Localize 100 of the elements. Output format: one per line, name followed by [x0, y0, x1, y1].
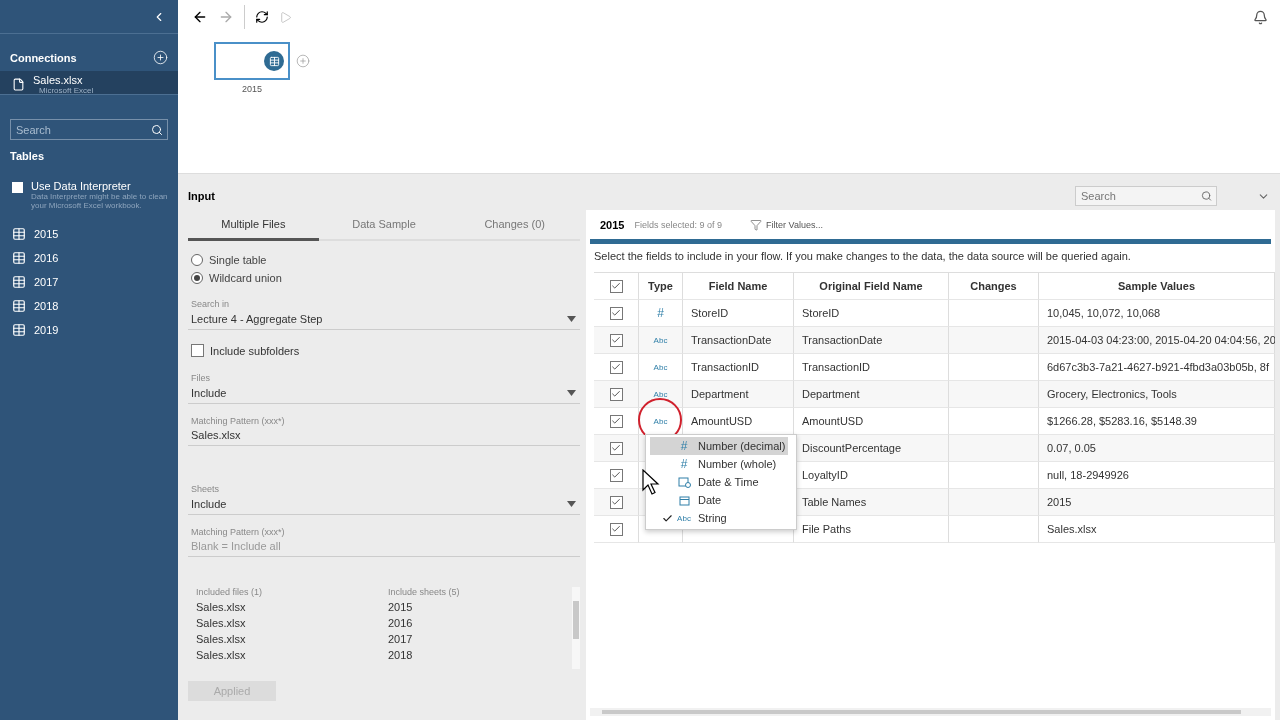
- checkbox[interactable]: [609, 414, 623, 428]
- connection-type: Microsoft Excel: [38, 86, 94, 95]
- column-header[interactable]: Original Field Name: [794, 273, 949, 300]
- fields-count: Fields selected: 9 of 9: [634, 219, 723, 230]
- table-item[interactable]: 2019: [0, 318, 178, 342]
- tab[interactable]: Multiple Files: [188, 210, 319, 241]
- check-icon: [611, 524, 621, 534]
- connections-title: Connections: [10, 51, 77, 64]
- menu-item[interactable]: # Number (decimal): [650, 437, 788, 455]
- column-header[interactable]: Changes: [949, 273, 1039, 300]
- check-icon: [611, 443, 621, 453]
- notification-icon[interactable]: [1253, 9, 1268, 25]
- table-cell: File Paths: [794, 516, 949, 543]
- table-item[interactable]: 2017: [0, 270, 178, 294]
- field-label: Matching Pattern (xxx*): [191, 416, 286, 426]
- check-icon: [611, 362, 621, 372]
- file-name: Sales.xlsx: [196, 617, 247, 631]
- search-icon: [1201, 190, 1212, 202]
- radio-label: Wildcard union: [209, 272, 282, 284]
- table-cell: $1266.28, $5283.16, $5148.39: [1039, 408, 1275, 435]
- checkbox[interactable]: [191, 344, 204, 357]
- filter-icon: [750, 218, 763, 231]
- type-icon[interactable]: Abc: [653, 389, 668, 399]
- panel-title: Input: [188, 190, 215, 202]
- search-field[interactable]: Search: [1075, 186, 1217, 206]
- table-cell: Grocery, Electronics, Tools: [1039, 381, 1275, 408]
- column-header[interactable]: Field Name: [683, 273, 794, 300]
- table-item[interactable]: 2018: [0, 294, 178, 318]
- table-icon: [12, 251, 26, 265]
- checkbox[interactable]: [609, 495, 623, 509]
- checkbox[interactable]: [609, 360, 623, 374]
- filter-button[interactable]: Filter Values...: [750, 218, 823, 231]
- table-icon: [12, 227, 26, 241]
- table-cell: Sales.xlsx: [1039, 516, 1275, 543]
- check-icon: [611, 497, 621, 507]
- checkbox[interactable]: [609, 279, 623, 293]
- type-icon[interactable]: #: [657, 306, 664, 320]
- table-name: 2015: [600, 218, 625, 231]
- check-icon: [611, 335, 621, 345]
- checkbox[interactable]: [609, 333, 623, 347]
- table-cell: 2015-04-03 04:23:00, 2015-04-20 04:04:56, 20: [1039, 327, 1275, 354]
- files-dropdown[interactable]: Include: [188, 386, 580, 404]
- column-header[interactable]: Type: [639, 273, 683, 300]
- connection-name: Sales.xlsx: [33, 75, 84, 86]
- type-icon: Abc: [677, 513, 691, 523]
- table-cell: null, 18-2949926: [1039, 462, 1275, 489]
- file-name: Sales.xlsx: [196, 649, 247, 663]
- check-icon: [611, 470, 621, 480]
- type-icon[interactable]: Abc: [653, 416, 668, 426]
- checkbox-label: Include subfolders: [210, 344, 300, 357]
- sheet-name: 2017: [388, 633, 414, 647]
- checkbox[interactable]: [609, 387, 623, 401]
- table-item[interactable]: 2015: [0, 222, 178, 246]
- radio-button[interactable]: [191, 254, 203, 266]
- table-item[interactable]: 2016: [0, 246, 178, 270]
- menu-item[interactable]: # Number (whole): [650, 455, 788, 473]
- pattern-field[interactable]: Sales.xlsx: [188, 429, 580, 446]
- type-icon[interactable]: Abc: [653, 362, 668, 372]
- checkbox[interactable]: [609, 522, 623, 536]
- table-cell: 0.07, 0.05: [1039, 435, 1275, 462]
- tab[interactable]: Changes (0): [449, 210, 580, 241]
- field-label: Search in: [191, 299, 231, 309]
- file-name: Sales.xlsx: [196, 601, 247, 615]
- caret-icon: [567, 390, 576, 396]
- field-label: Files: [191, 373, 211, 383]
- caret-icon: [567, 316, 576, 322]
- refresh-icon[interactable]: [255, 10, 269, 24]
- table-cell: StoreID: [683, 300, 794, 327]
- column-header: Include sheets (5): [388, 587, 461, 597]
- checkbox[interactable]: [609, 441, 623, 455]
- radio-button[interactable]: [191, 272, 203, 284]
- menu-item[interactable]: Date: [650, 491, 788, 509]
- connection-item[interactable]: Sales.xlsx Microsoft Excel: [0, 71, 178, 95]
- checkbox[interactable]: [609, 468, 623, 482]
- type-icon[interactable]: Abc: [653, 335, 668, 345]
- table-cell: TransactionDate: [794, 327, 949, 354]
- menu-item[interactable]: Date & Time: [650, 473, 788, 491]
- tab[interactable]: Data Sample: [318, 210, 450, 241]
- checkbox[interactable]: [12, 182, 23, 193]
- radio-label: Single table: [209, 254, 267, 266]
- scrollbar[interactable]: [572, 587, 580, 669]
- search-field[interactable]: Search: [10, 119, 168, 140]
- folder-dropdown[interactable]: Lecture 4 - Aggregate Step: [188, 312, 580, 330]
- sheets-dropdown[interactable]: Include: [188, 497, 580, 515]
- interpreter-label: Use Data Interpreter: [31, 180, 132, 192]
- scrollbar[interactable]: [590, 708, 1271, 716]
- check-icon: [611, 308, 621, 318]
- menu-item[interactable]: Abc String: [650, 509, 788, 527]
- table-icon: [12, 299, 26, 313]
- add-connection-icon[interactable]: [153, 50, 168, 65]
- column-header[interactable]: Sample Values: [1039, 273, 1275, 300]
- file-name: Sales.xlsx: [196, 633, 247, 647]
- checkbox[interactable]: [609, 306, 623, 320]
- search-icon: [151, 123, 163, 136]
- back-icon[interactable]: [192, 9, 208, 25]
- table-cell: TransactionID: [683, 354, 794, 381]
- table-cell: StoreID: [794, 300, 949, 327]
- table-cell: AmountUSD: [794, 408, 949, 435]
- file-icon: [12, 78, 25, 91]
- field-label: Matching Pattern (xxx*): [191, 527, 286, 537]
